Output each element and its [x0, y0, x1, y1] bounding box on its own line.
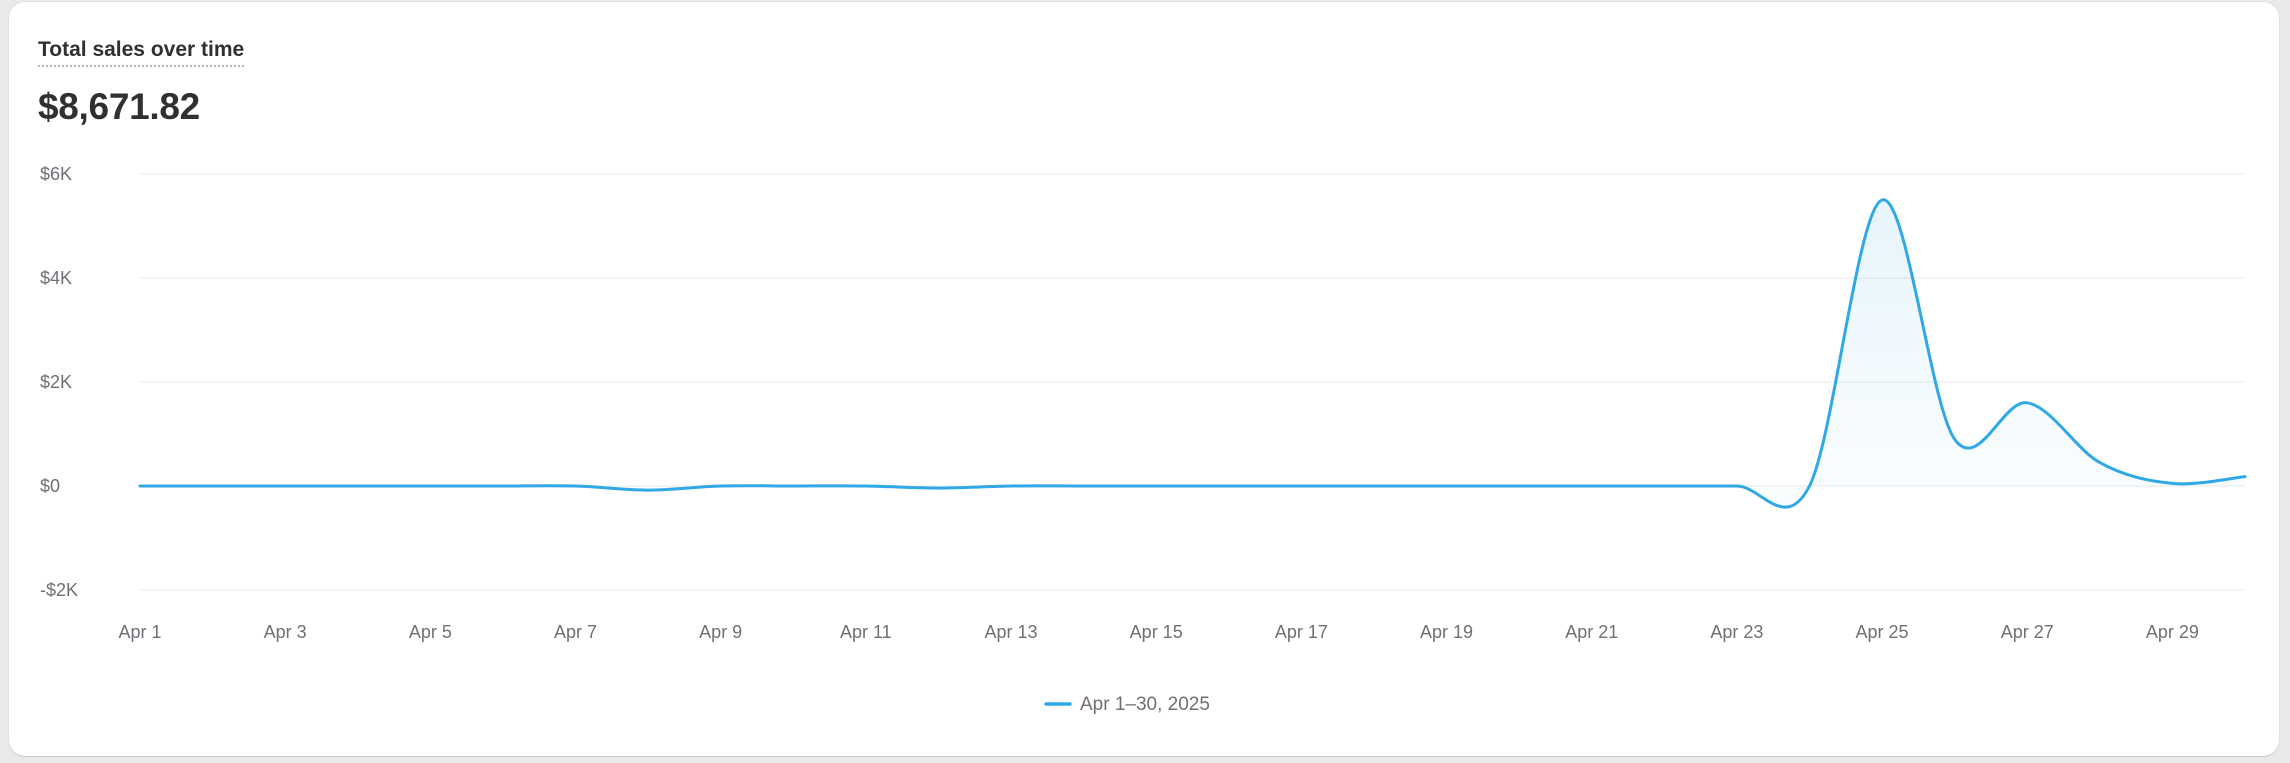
data-point[interactable] [1731, 480, 1743, 492]
x-tick-label: Apr 13 [985, 622, 1038, 642]
x-tick-label: Apr 19 [1420, 622, 1473, 642]
data-point[interactable] [1949, 433, 1961, 445]
x-tick-label: Apr 7 [554, 622, 597, 642]
data-point[interactable] [207, 480, 219, 492]
x-tick-label: Apr 29 [2146, 622, 2199, 642]
y-tick-label: $0 [40, 476, 60, 496]
data-point[interactable] [352, 480, 364, 492]
data-point[interactable] [497, 480, 509, 492]
sales-line-chart: $6K$4K$2K$0-$2K Apr 1 Apr 3 Apr 5 Apr 7 Apr … [40, 164, 2251, 715]
data-point[interactable] [2239, 471, 2251, 483]
x-axis: Apr 1 Apr 3 Apr 5 Apr 7 Apr 9 Apr 11 Apr 13 Apr… [118, 622, 2198, 642]
data-point[interactable] [787, 480, 799, 492]
data-point[interactable] [1658, 480, 1670, 492]
data-point[interactable] [1150, 480, 1162, 492]
data-point[interactable] [1441, 480, 1453, 492]
data-point[interactable] [860, 480, 872, 492]
data-point[interactable] [1223, 480, 1235, 492]
data-point[interactable] [2094, 457, 2106, 469]
data-point[interactable] [1876, 194, 1888, 206]
data-point[interactable] [2166, 477, 2178, 489]
y-tick-label: -$2K [40, 580, 78, 600]
data-point[interactable] [1586, 480, 1598, 492]
x-tick-label: Apr 23 [1710, 622, 1763, 642]
x-tick-label: Apr 3 [264, 622, 307, 642]
data-point[interactable] [715, 480, 727, 492]
data-point[interactable] [1803, 480, 1815, 492]
chart-series [134, 194, 2251, 509]
x-tick-label: Apr 1 [118, 622, 161, 642]
x-tick-label: Apr 15 [1130, 622, 1183, 642]
x-tick-label: Apr 25 [1856, 622, 1909, 642]
x-tick-label: Apr 11 [840, 622, 892, 642]
data-point[interactable] [932, 482, 944, 494]
y-axis: $6K $4K $2K $0 -$2K [40, 164, 78, 600]
y-tick-label: $2K [40, 372, 72, 392]
y-tick-label: $6K [40, 164, 72, 184]
data-point[interactable] [134, 480, 146, 492]
x-tick-label: Apr 21 [1565, 622, 1618, 642]
x-tick-label: Apr 17 [1275, 622, 1328, 642]
data-point[interactable] [1005, 480, 1017, 492]
data-point[interactable] [570, 480, 582, 492]
data-point[interactable] [279, 480, 291, 492]
x-tick-label: Apr 9 [699, 622, 742, 642]
x-tick-label: Apr 5 [409, 622, 452, 642]
data-point[interactable] [1295, 480, 1307, 492]
y-tick-label: $4K [40, 268, 72, 288]
data-point[interactable] [424, 480, 436, 492]
legend-label[interactable]: Apr 1–30, 2025 [1080, 694, 1210, 715]
data-point[interactable] [2021, 397, 2033, 409]
chart-legend: Apr 1–30, 2025 [1044, 694, 1210, 715]
x-tick-label: Apr 27 [2001, 622, 2054, 642]
data-point[interactable] [642, 484, 654, 496]
data-point[interactable] [1513, 480, 1525, 492]
data-point[interactable] [1078, 480, 1090, 492]
data-point[interactable] [1368, 480, 1380, 492]
